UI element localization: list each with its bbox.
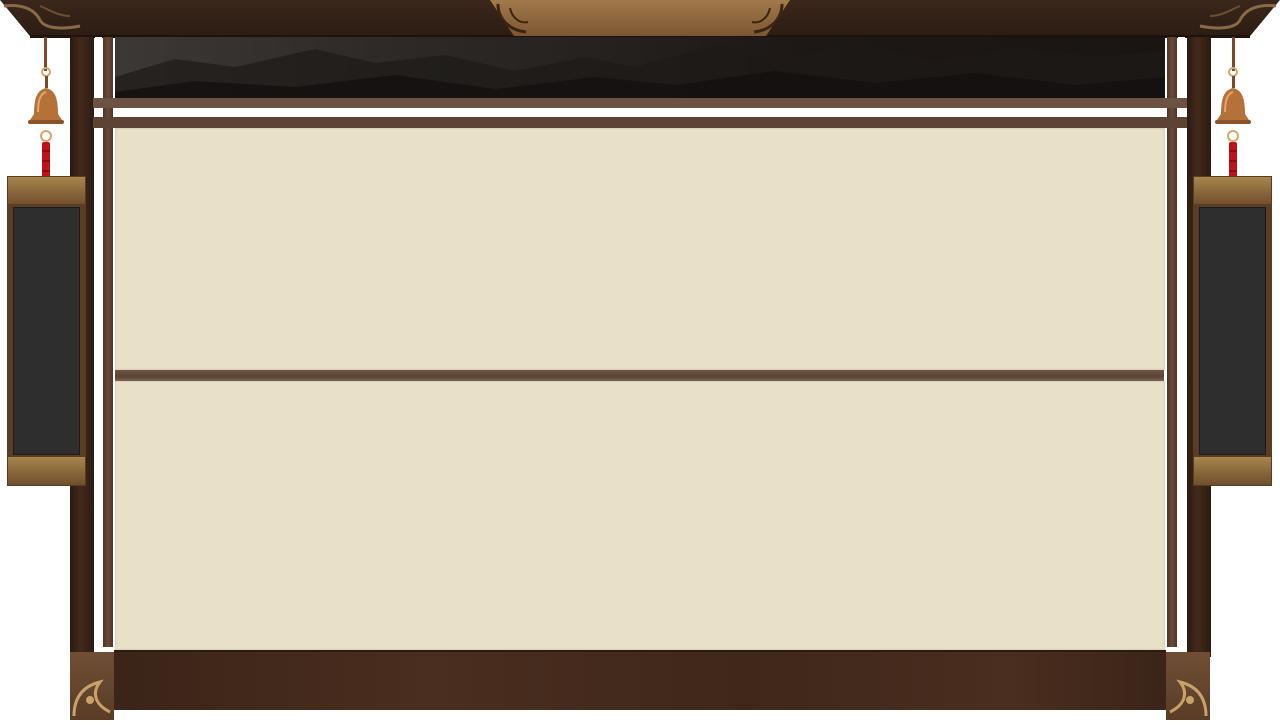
left-foot [70,652,114,720]
mountain-silhouette [115,43,1165,98]
plaque-bottom-cap [1193,456,1272,486]
plaque-top-cap [1193,176,1272,206]
plaque-board [1193,204,1272,458]
plaque-board-inner [1199,207,1266,455]
bottom-base-beam [114,650,1166,710]
right-inner-post [1167,37,1177,647]
roof-center-ornament [490,0,790,36]
top-content-panel [115,128,1165,370]
corner-ornament-icon [3,4,81,30]
left-hanging-plaque [7,176,86,486]
lower-rail [93,117,1187,128]
left-inner-post [103,37,113,647]
bottom-content-panel [115,381,1165,650]
plaque-bottom-cap [7,456,86,486]
upper-rail [93,98,1187,108]
corner-ornament-icon [1169,679,1208,717]
plaque-board [7,204,86,458]
plaque-top-cap [7,176,86,206]
plaque-board-inner [13,207,80,455]
right-foot [1166,652,1210,720]
corner-ornament-icon [72,679,111,717]
panel-divider [115,370,1164,381]
scroll-ornament-icon [496,3,784,34]
landscape-banner [115,37,1165,98]
right-hanging-plaque [1193,176,1272,486]
corner-ornament-icon [1199,4,1277,30]
